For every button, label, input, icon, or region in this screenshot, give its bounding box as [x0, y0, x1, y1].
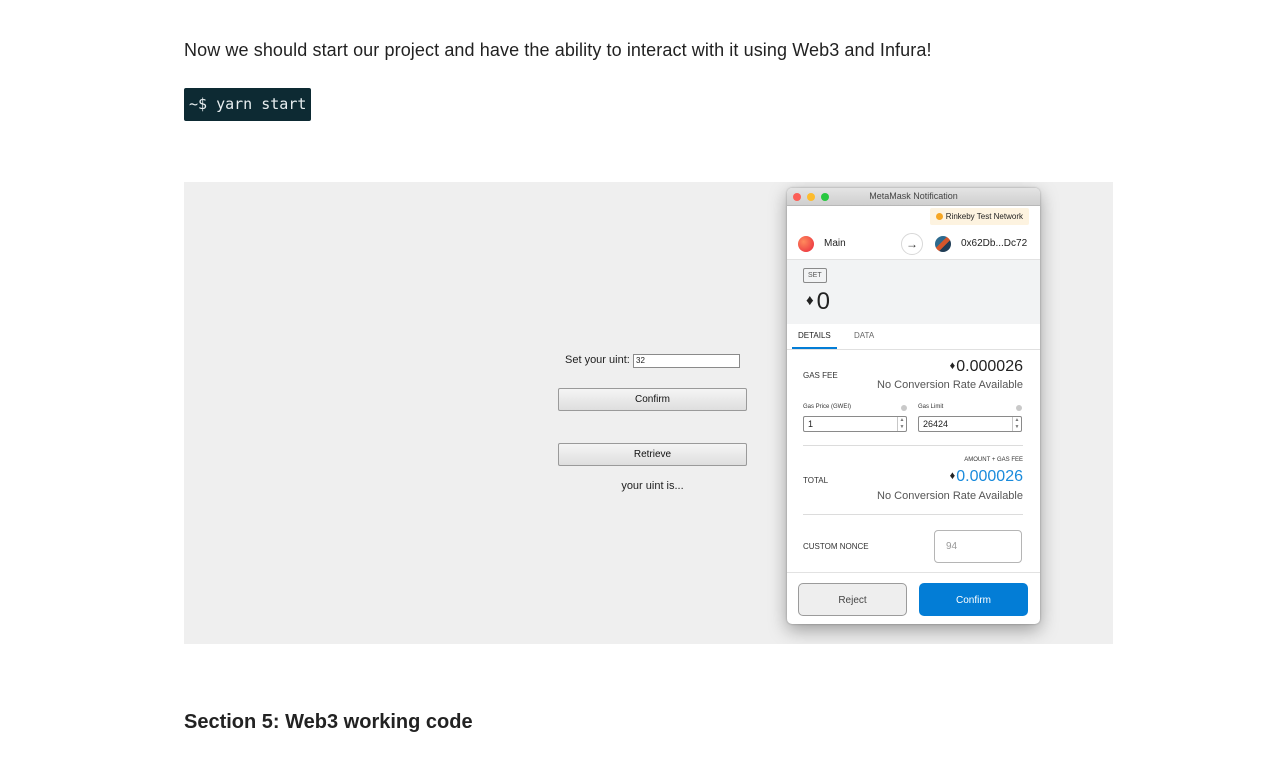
uint-label: Set your uint:: [565, 354, 630, 366]
custom-nonce-label: CUSTOM NONCE: [803, 542, 869, 551]
ethereum-icon: ♦: [949, 470, 956, 482]
divider: [803, 445, 1023, 446]
gas-fee-conversion: No Conversion Rate Available: [877, 379, 1023, 391]
stepper-arrows-icon[interactable]: ▲ ▼: [1012, 417, 1021, 431]
divider: [803, 514, 1023, 515]
transaction-amount: ♦ 0: [806, 288, 830, 316]
gas-fee-value: ♦0.000026: [950, 358, 1023, 376]
gas-fee-amount: 0.000026: [956, 358, 1023, 375]
tab-bar: DETAILS DATA: [787, 324, 1040, 350]
active-tab-indicator: [792, 347, 837, 349]
total-conversion: No Conversion Rate Available: [877, 490, 1023, 502]
gas-limit-label: Gas Limit: [918, 404, 944, 410]
reject-button[interactable]: Reject: [798, 583, 907, 616]
tab-details[interactable]: DETAILS: [798, 331, 831, 340]
to-account-avatar-icon: [935, 236, 951, 252]
transaction-summary: SET ♦ 0: [787, 260, 1040, 324]
screenshot-figure: Set your uint: 32 Confirm Retrieve your …: [184, 182, 1113, 644]
from-account-avatar-icon: [798, 236, 814, 252]
info-icon[interactable]: [1016, 405, 1022, 411]
confirm-button[interactable]: Confirm: [558, 388, 747, 411]
network-badge: Rinkeby Test Network: [929, 208, 1029, 225]
custom-nonce-input[interactable]: 94: [934, 530, 1022, 563]
network-name: Rinkeby Test Network: [945, 212, 1023, 221]
to-address: 0x62Db...Dc72: [961, 238, 1028, 249]
stepper-arrows-icon[interactable]: ▲ ▼: [897, 417, 906, 431]
amount-value: 0: [816, 288, 831, 315]
total-amount: 0.000026: [956, 468, 1023, 485]
total-label: TOTAL: [803, 476, 829, 485]
metamask-confirm-button[interactable]: Confirm: [919, 583, 1028, 616]
window-title: MetaMask Notification: [869, 191, 958, 201]
window-titlebar: MetaMask Notification: [787, 188, 1040, 206]
total-value: ♦0.000026: [950, 468, 1023, 486]
info-icon[interactable]: [901, 405, 907, 411]
arrow-right-icon: →: [901, 233, 923, 255]
gas-price-label: Gas Price (GWEI): [803, 404, 852, 410]
method-badge: SET: [803, 268, 827, 283]
retrieve-button[interactable]: Retrieve: [558, 443, 747, 466]
details-panel: GAS FEE ♦0.000026 No Conversion Rate Ava…: [787, 350, 1040, 586]
from-account-name: Main: [824, 238, 846, 249]
intro-paragraph: Now we should start our project and have…: [184, 40, 932, 60]
gas-limit-value: 26424: [923, 419, 949, 429]
amount-gas-label: AMOUNT + GAS FEE: [964, 457, 1023, 463]
gas-limit-input[interactable]: 26424 ▲ ▼: [918, 416, 1022, 432]
tab-data[interactable]: DATA: [854, 331, 874, 340]
section-heading: Section 5: Web3 working code: [184, 711, 473, 733]
uint-input[interactable]: 32: [633, 354, 740, 368]
ethereum-icon: ♦: [806, 292, 814, 309]
action-footer: Reject Confirm: [787, 572, 1040, 624]
account-row: Main → 0x62Db...Dc72: [787, 228, 1040, 260]
metamask-window: MetaMask Notification Rinkeby Test Netwo…: [787, 188, 1040, 624]
network-status-dot-icon: [935, 213, 943, 220]
ethereum-icon: ♦: [949, 360, 956, 372]
uint-result-text: your uint is...: [621, 480, 684, 492]
code-block: ~$ yarn start: [184, 88, 312, 121]
gas-price-value: 1: [808, 419, 814, 429]
gas-fee-label: GAS FEE: [803, 371, 838, 380]
gas-price-input[interactable]: 1 ▲ ▼: [803, 416, 907, 432]
